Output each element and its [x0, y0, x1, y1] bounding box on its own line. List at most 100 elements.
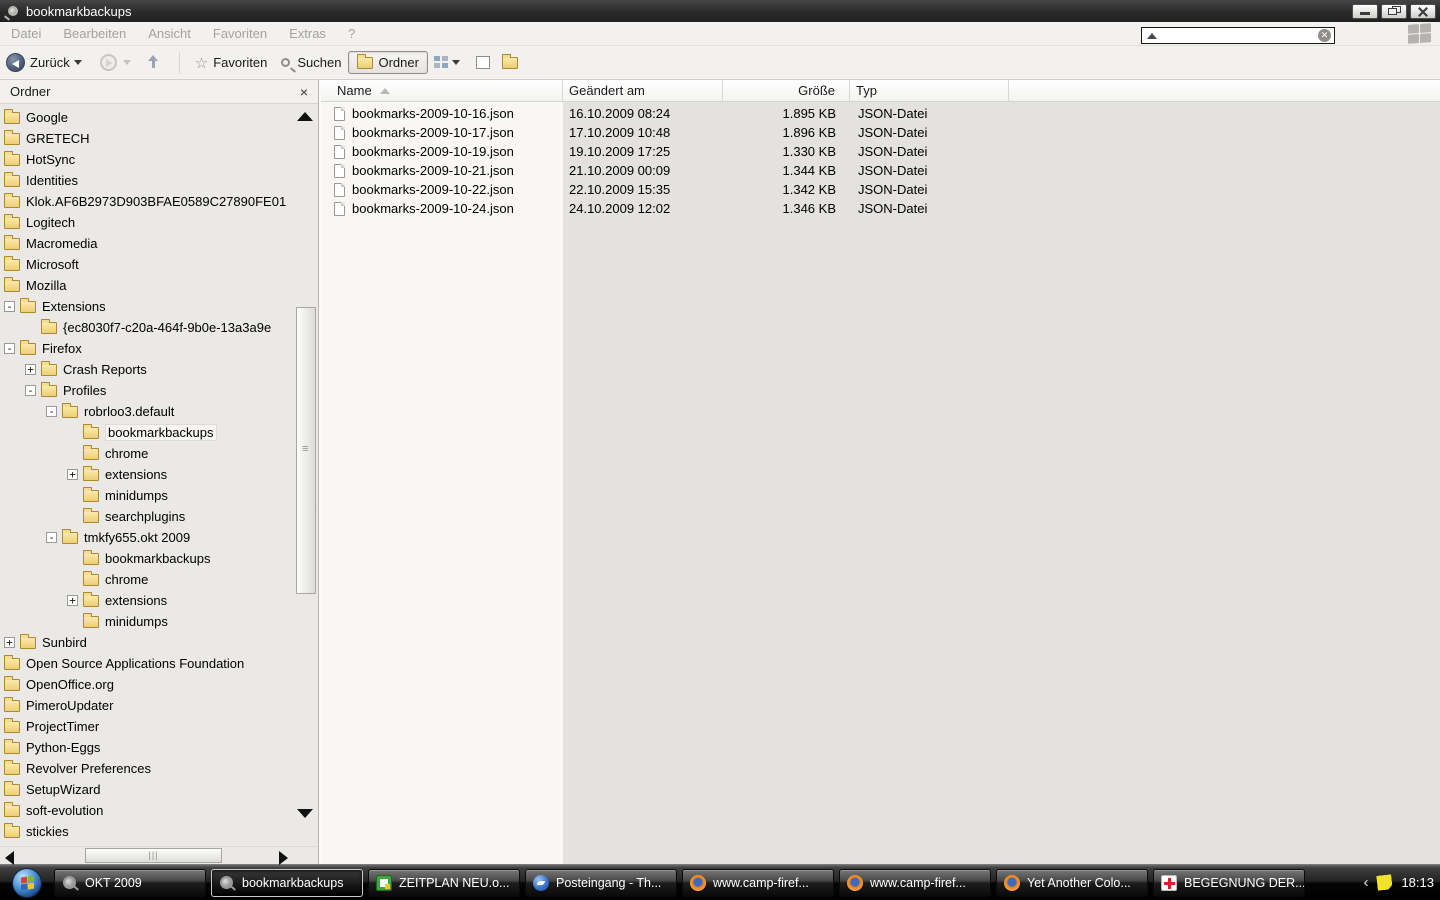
favorites-button[interactable]: ☆ Favoriten [188, 50, 275, 76]
tree-item[interactable]: Identities [0, 170, 318, 191]
tree-item[interactable]: stickies [0, 821, 318, 842]
menu-datei[interactable]: Datei [0, 26, 52, 41]
up-button[interactable] [145, 55, 161, 71]
filter-input[interactable]: ✕ [1141, 27, 1335, 44]
folders-button[interactable]: Ordner [348, 51, 427, 74]
horizontal-scrollbar-thumb[interactable]: ||| [85, 848, 222, 863]
restore-button[interactable] [1381, 4, 1407, 19]
views-dropdown-icon[interactable] [452, 60, 460, 65]
menu-bearbeiten[interactable]: Bearbeiten [52, 26, 137, 41]
tree-item[interactable]: -Firefox [0, 338, 318, 359]
tree-item[interactable]: HotSync [0, 149, 318, 170]
task-label: OKT 2009 [85, 876, 142, 890]
table-row[interactable]: bookmarks-2009-10-21.json21.10.2009 00:0… [321, 161, 1440, 180]
taskbar-task[interactable]: ZEITPLAN NEU.o... [368, 869, 520, 897]
tree-item[interactable]: bookmarkbackups [0, 548, 318, 569]
tree-item[interactable]: Python-Eggs [0, 737, 318, 758]
tree-item[interactable]: Mozilla [0, 275, 318, 296]
thunderbird-icon [533, 875, 549, 891]
taskbar-task[interactable]: www.camp-firef... [839, 869, 991, 897]
tree-item[interactable]: -Profiles [0, 380, 318, 401]
title-bar: bookmarkbackups [0, 0, 1440, 22]
tree-item[interactable]: GRETECH [0, 128, 318, 149]
collapse-icon[interactable]: - [4, 343, 15, 354]
tree-item[interactable]: {ec8030f7-c20a-464f-9b0e-13a3a9e [0, 317, 318, 338]
tree-item[interactable]: +Sunbird [0, 632, 318, 653]
tree-item[interactable]: PimeroUpdater [0, 695, 318, 716]
file-name-cell: bookmarks-2009-10-24.json [321, 201, 563, 216]
collapse-icon[interactable]: - [4, 301, 15, 312]
expand-icon[interactable]: + [67, 469, 78, 480]
back-button[interactable]: Zurück [6, 53, 86, 72]
expand-icon[interactable]: + [67, 595, 78, 606]
taskbar-task[interactable]: Yet Another Colo... [996, 869, 1148, 897]
taskbar-task[interactable]: www.camp-firef... [682, 869, 834, 897]
sticky-note-tray-icon[interactable] [1377, 874, 1393, 890]
tree-item[interactable]: minidumps [0, 611, 318, 632]
tree-item[interactable]: -Extensions [0, 296, 318, 317]
tree-item[interactable]: SetupWizard [0, 779, 318, 800]
column-header-type[interactable]: Typ [850, 80, 1009, 101]
tree-item[interactable]: Logitech [0, 212, 318, 233]
collapse-icon[interactable]: - [46, 406, 57, 417]
vertical-scrollbar-thumb[interactable] [296, 307, 316, 594]
expand-icon[interactable]: + [4, 637, 15, 648]
tree-item[interactable]: Microsoft [0, 254, 318, 275]
tree-item[interactable]: bookmarkbackups [0, 422, 318, 443]
tree-item[interactable]: +extensions [0, 464, 318, 485]
menu-favoriten[interactable]: Favoriten [202, 26, 278, 41]
tree-item[interactable]: minidumps [0, 485, 318, 506]
tray-expand-icon[interactable]: ‹ [1363, 874, 1368, 891]
new-window-button[interactable] [476, 56, 490, 69]
close-button[interactable] [1410, 4, 1436, 19]
forward-dropdown-icon[interactable] [123, 60, 131, 65]
tree-item[interactable]: ProjectTimer [0, 716, 318, 737]
table-row[interactable]: bookmarks-2009-10-22.json22.10.2009 15:3… [321, 180, 1440, 199]
taskbar-task[interactable]: OKT 2009 [54, 869, 206, 897]
collapse-icon[interactable]: - [46, 532, 57, 543]
tree-item[interactable]: chrome [0, 569, 318, 590]
scroll-left-icon[interactable] [5, 851, 14, 865]
expand-icon[interactable]: + [25, 364, 36, 375]
scroll-right-icon[interactable] [279, 851, 288, 865]
back-dropdown-icon[interactable] [74, 60, 82, 65]
tree-item[interactable]: Revolver Preferences [0, 758, 318, 779]
tree-item[interactable]: +extensions [0, 590, 318, 611]
tree-item[interactable]: searchplugins [0, 506, 318, 527]
collapse-icon[interactable]: - [25, 385, 36, 396]
tree-item[interactable]: +Crash Reports [0, 359, 318, 380]
taskbar-task[interactable]: Posteingang - Th... [525, 869, 677, 897]
tree-item[interactable]: Google [0, 107, 318, 128]
table-row[interactable]: bookmarks-2009-10-19.json19.10.2009 17:2… [321, 142, 1440, 161]
taskbar-task[interactable]: BEGEGNUNG DER... [1153, 869, 1305, 897]
taskbar-task[interactable]: bookmarkbackups [211, 869, 363, 897]
filter-clear-icon[interactable]: ✕ [1318, 29, 1331, 42]
scroll-down-icon[interactable] [297, 809, 313, 818]
table-row[interactable]: bookmarks-2009-10-17.json17.10.2009 10:4… [321, 123, 1440, 142]
sidebar-close-icon[interactable]: × [300, 85, 308, 99]
tree-item[interactable]: -tmkfy655.okt 2009 [0, 527, 318, 548]
scroll-up-icon[interactable] [297, 112, 313, 121]
forward-button[interactable] [100, 54, 117, 71]
tree-item[interactable]: Macromedia [0, 233, 318, 254]
menu-hilfe[interactable]: ? [337, 26, 366, 41]
table-row[interactable]: bookmarks-2009-10-16.json16.10.2009 08:2… [321, 104, 1440, 123]
horizontal-scrollbar[interactable]: ||| [0, 846, 318, 864]
tree-item[interactable]: soft-evolution [0, 800, 318, 821]
menu-extras[interactable]: Extras [278, 26, 337, 41]
tree-item[interactable]: OpenOffice.org [0, 674, 318, 695]
column-header-name[interactable]: Name [321, 80, 563, 101]
views-button[interactable] [434, 56, 448, 69]
table-row[interactable]: bookmarks-2009-10-24.json24.10.2009 12:0… [321, 199, 1440, 218]
tree-item[interactable]: Open Source Applications Foundation [0, 653, 318, 674]
start-button[interactable] [12, 868, 42, 898]
tree-item[interactable]: chrome [0, 443, 318, 464]
column-header-size[interactable]: Größe [723, 80, 850, 101]
column-header-date[interactable]: Geändert am [563, 80, 723, 101]
folder-up-button[interactable] [502, 57, 518, 69]
tree-item[interactable]: Klok.AF6B2973D903BFAE0589C27890FE01 [0, 191, 318, 212]
minimize-button[interactable] [1352, 4, 1378, 19]
tree-item[interactable]: -robrloo3.default [0, 401, 318, 422]
menu-ansicht[interactable]: Ansicht [137, 26, 202, 41]
search-button[interactable]: Suchen [274, 51, 348, 74]
